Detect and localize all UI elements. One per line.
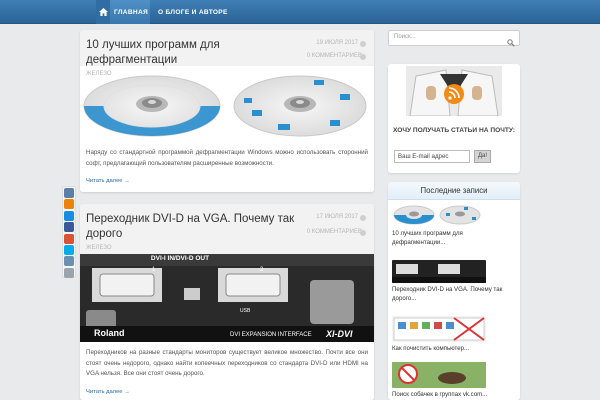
clock-icon bbox=[360, 215, 366, 221]
nav-home-label: Главная bbox=[114, 8, 149, 16]
post-excerpt: Переходников на разные стандарты монитор… bbox=[86, 349, 368, 377]
post-excerpt: Наряду со стандартной программой дефрагм… bbox=[86, 149, 368, 167]
recent-post-title[interactable]: Переходник DVI-D на VGA. Почему так доро… bbox=[392, 286, 516, 303]
recent-post-title[interactable]: Поиск собачек в группах vk.com... bbox=[392, 391, 516, 400]
twitter-icon[interactable] bbox=[64, 244, 74, 255]
search-box[interactable]: Поиск... bbox=[388, 30, 520, 47]
livejournal-icon[interactable] bbox=[64, 256, 74, 267]
home-icon bbox=[96, 0, 110, 24]
recent-posts-widget: Последние записи 10 лучших программ для … bbox=[388, 182, 520, 400]
recent-posts-header: Последние записи bbox=[388, 182, 520, 200]
nav-home[interactable]: Главная bbox=[96, 0, 150, 24]
post-date: 17 июля 2017 bbox=[316, 214, 358, 220]
usb-label: USB bbox=[240, 308, 251, 314]
comment-icon bbox=[360, 230, 366, 236]
post-image[interactable] bbox=[80, 66, 374, 142]
search-input[interactable]: Поиск... bbox=[394, 34, 416, 40]
top-navigation: Главная О блоге и авторе bbox=[0, 0, 600, 24]
recent-post-title[interactable]: Как почистить компьютер... bbox=[392, 345, 516, 354]
dvi-header-label: DVI-I IN/DVI-D OUT bbox=[150, 255, 210, 262]
post-category[interactable]: Железо bbox=[86, 71, 368, 77]
recent-post-item[interactable]: Поиск собачек в группах vk.com... bbox=[392, 362, 516, 400]
vk-icon[interactable] bbox=[64, 188, 74, 198]
search-icon[interactable] bbox=[507, 34, 515, 52]
subscribe-illustration bbox=[406, 66, 502, 116]
recent-post-thumb[interactable] bbox=[392, 260, 486, 283]
post-card: Переходник DVI-D на VGA. Почему так доро… bbox=[80, 204, 374, 400]
port-1-label: 1 bbox=[152, 267, 156, 273]
read-more-link[interactable]: Читать далее → bbox=[80, 380, 374, 395]
brand-logo: Roland bbox=[94, 328, 125, 338]
social-share-bar bbox=[62, 186, 76, 278]
clock-icon bbox=[360, 41, 366, 47]
recent-post-title[interactable]: 10 лучших программ для дефрагментации... bbox=[392, 230, 516, 247]
subscribe-widget: Хочу получать статьи на почту: Ваш E-mai… bbox=[388, 64, 520, 173]
rss-icon[interactable] bbox=[64, 267, 74, 278]
nav-about-label: О блоге и авторе bbox=[158, 8, 228, 16]
comment-icon bbox=[360, 54, 366, 60]
recent-post-thumb[interactable] bbox=[392, 316, 486, 342]
recent-post-item[interactable]: 10 лучших программ для дефрагментации... bbox=[392, 204, 516, 247]
subscribe-title: Хочу получать статьи на почту: bbox=[392, 127, 516, 134]
odnoklassniki-icon[interactable] bbox=[64, 199, 74, 210]
mailru-icon[interactable] bbox=[64, 210, 74, 221]
post-header: Переходник DVI-D на VGA. Почему так доро… bbox=[80, 204, 374, 254]
facebook-icon[interactable] bbox=[64, 222, 74, 233]
post-comments[interactable]: 0 комментариев bbox=[307, 229, 362, 235]
post-category[interactable]: Железо bbox=[86, 245, 368, 251]
recent-post-thumb[interactable] bbox=[392, 204, 486, 227]
post-title[interactable]: 10 лучших программ для дефрагментации bbox=[86, 38, 296, 68]
subscribe-button[interactable]: Да! bbox=[474, 150, 491, 163]
interface-label: DVI EXPANSION INTERFACE bbox=[230, 332, 312, 338]
googleplus-icon[interactable] bbox=[64, 233, 74, 244]
recent-post-item[interactable]: Переходник DVI-D на VGA. Почему так доро… bbox=[392, 260, 516, 303]
recent-post-item[interactable]: Как почистить компьютер... bbox=[392, 316, 516, 354]
model-label: XI-DVI bbox=[326, 329, 353, 339]
post-card: 10 лучших программ для дефрагментации 19… bbox=[80, 30, 374, 192]
nav-about[interactable]: О блоге и авторе bbox=[158, 0, 228, 24]
defrag-disks-image bbox=[83, 75, 367, 137]
post-image[interactable]: DVI-I IN/DVI-D OUT 1 2 USB Roland DVI EX… bbox=[80, 254, 374, 342]
post-title[interactable]: Переходник DVI-D на VGA. Почему так доро… bbox=[86, 212, 296, 242]
recent-post-thumb[interactable] bbox=[392, 362, 486, 388]
post-date: 19 июля 2017 bbox=[316, 40, 358, 46]
post-comments[interactable]: 0 комментариев bbox=[307, 53, 362, 59]
email-field[interactable]: Ваш E-mail адрес bbox=[394, 150, 470, 163]
post-header: 10 лучших программ для дефрагментации 19… bbox=[80, 30, 374, 77]
read-more-link[interactable]: Читать далее → bbox=[80, 169, 374, 184]
port-2-label: 2 bbox=[260, 267, 264, 273]
